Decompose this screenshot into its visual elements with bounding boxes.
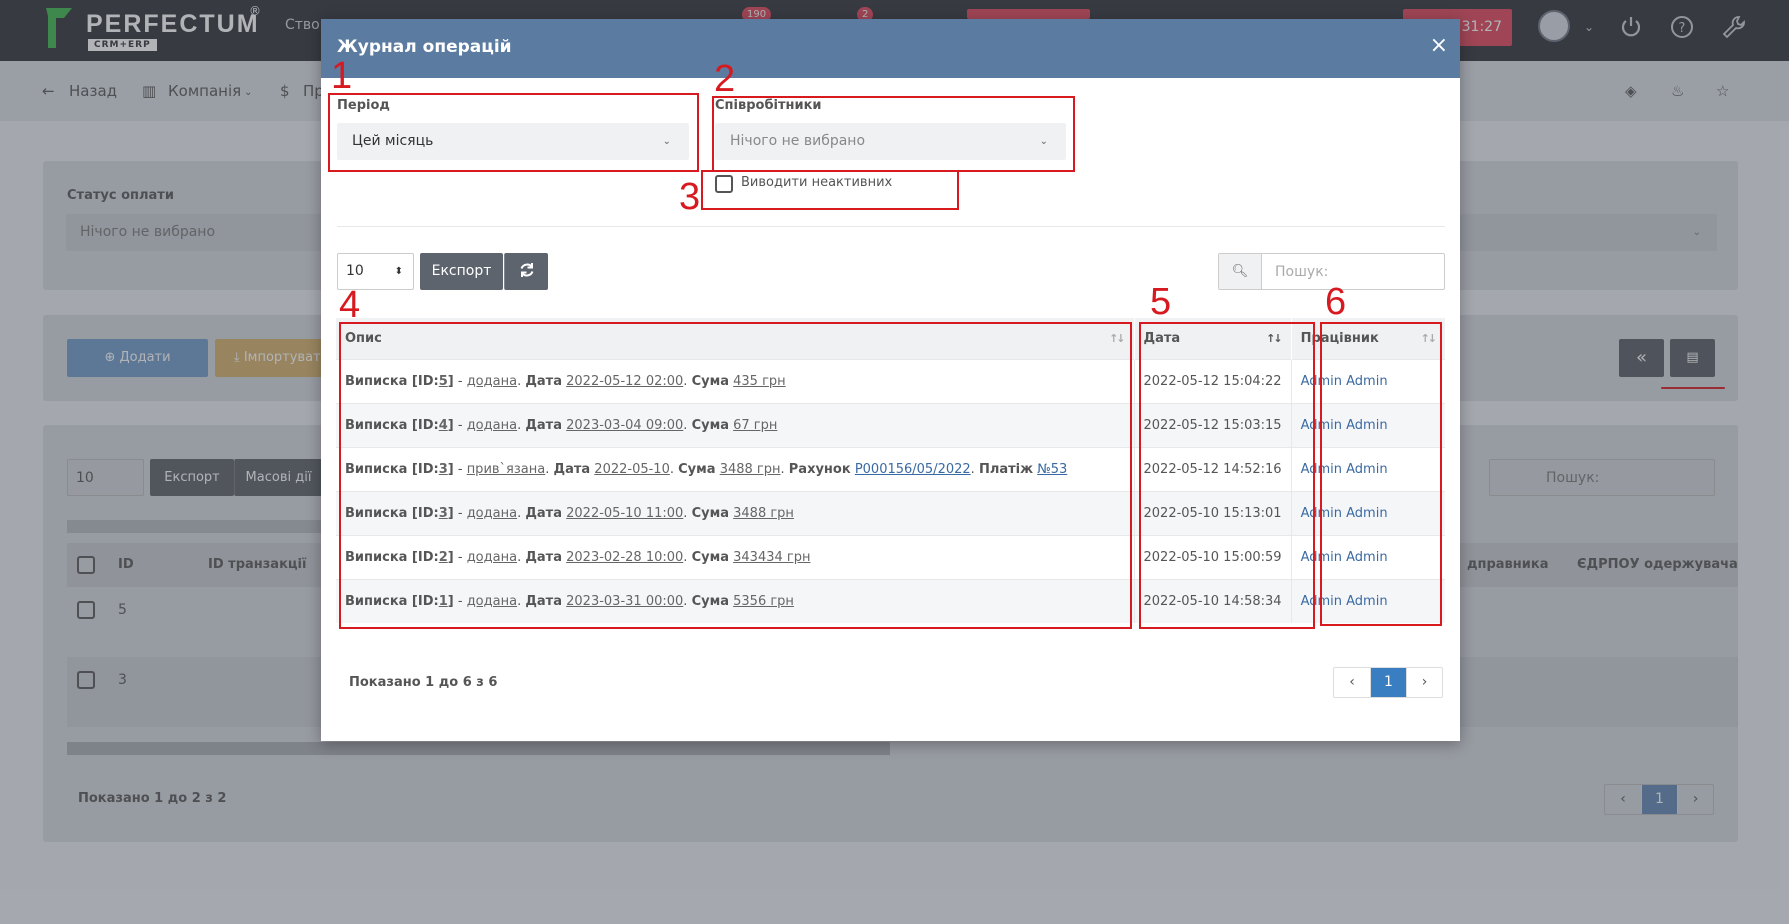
annotation-box-1 [328, 93, 699, 172]
search-input[interactable] [1263, 254, 1443, 289]
page-next-button[interactable]: › [1406, 668, 1442, 697]
annotation-box-4 [339, 322, 1132, 629]
page-length-value: 10 [346, 263, 364, 279]
annotation-number-2: 2 [714, 58, 736, 100]
search-icon: 🔍︎ [1219, 254, 1262, 289]
annotation-number-5: 5 [1150, 281, 1172, 323]
page-1-button[interactable]: 1 [1370, 668, 1406, 697]
annotation-number-1: 1 [331, 55, 353, 97]
annotation-box-5 [1139, 322, 1315, 629]
table-info: Показано 1 до 6 з 6 [349, 675, 498, 690]
pagination: ‹ 1 › [1333, 667, 1443, 698]
modal-header: Журнал операцій × [321, 19, 1460, 78]
annotation-box-3 [701, 170, 959, 210]
sort-arrows-icon: ⬍ [394, 266, 403, 277]
annotation-number-4: 4 [339, 284, 361, 326]
refresh-icon [520, 263, 533, 277]
close-icon[interactable]: × [1430, 35, 1448, 57]
annotation-box-6 [1320, 322, 1442, 626]
annotation-number-3: 3 [679, 176, 701, 218]
section-divider [337, 226, 1445, 227]
export-button[interactable]: Експорт [420, 253, 503, 290]
annotation-number-6: 6 [1325, 281, 1347, 323]
refresh-button[interactable] [504, 253, 548, 290]
modal-title: Журнал операцій [337, 37, 512, 57]
annotation-box-2 [712, 96, 1075, 172]
page-prev-button[interactable]: ‹ [1334, 668, 1370, 697]
